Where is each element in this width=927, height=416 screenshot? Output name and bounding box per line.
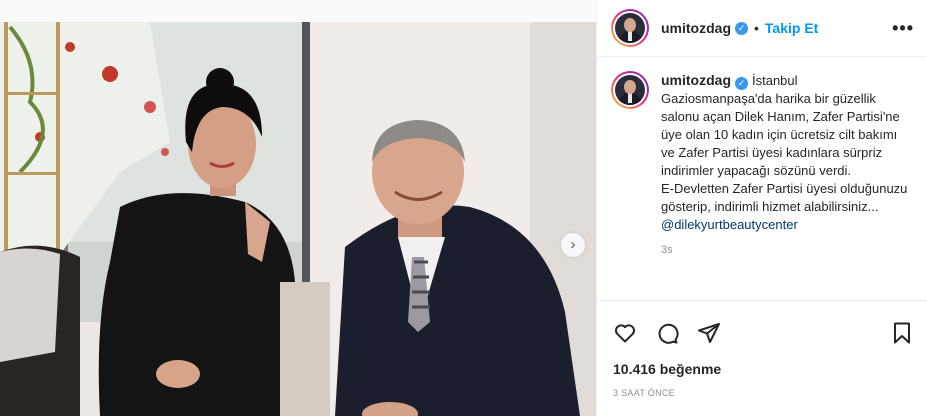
likes-count[interactable]: 10.416 beğenme [613,361,721,377]
caption-section: umitozdag ✓ İstanbul Gaziosmanpaşa'da hari… [597,57,927,297]
caption-location[interactable]: İstanbul [752,73,798,88]
verified-badge-icon: ✓ [735,21,748,35]
post-header: umitozdag ✓ • Takip Et ••• [597,0,927,57]
heart-icon[interactable] [613,321,637,345]
post-actions: 10.416 beğenme 3 SAAT ÖNCE [597,300,927,400]
author-username-link[interactable]: umitozdag [661,20,731,36]
header-separator: • [754,20,759,36]
more-options-icon[interactable]: ••• [892,18,914,39]
instagram-post: › umitozdag ✓ • Takip Et ••• umitozdag ✓ İ… [0,0,927,416]
follow-button[interactable]: Takip Et [765,20,818,36]
author-avatar[interactable] [611,9,649,47]
caption-timestamp[interactable]: 3s [661,241,911,259]
caption-body: umitozdag ✓ İstanbul Gaziosmanpaşa'da hari… [661,71,911,297]
share-icon[interactable] [697,321,721,345]
action-icons [613,321,721,345]
bookmark-icon[interactable] [890,321,914,345]
caption-mention-link[interactable]: @dilekyurtbeautycenter [661,216,911,234]
caption-author-username[interactable]: umitozdag [661,72,731,88]
carousel-next-button[interactable]: › [561,233,585,257]
comment-icon[interactable] [655,321,679,345]
verified-badge-icon: ✓ [735,77,748,90]
photo-illustration [0,22,596,416]
caption-author-avatar[interactable] [611,71,649,109]
post-photo[interactable]: › [0,22,596,416]
post-side-panel: umitozdag ✓ • Takip Et ••• umitozdag ✓ İst… [596,0,927,416]
post-timestamp[interactable]: 3 SAAT ÖNCE [613,388,675,398]
caption-text: Gaziosmanpaşa'da harika bir güzellik sal… [661,91,908,214]
